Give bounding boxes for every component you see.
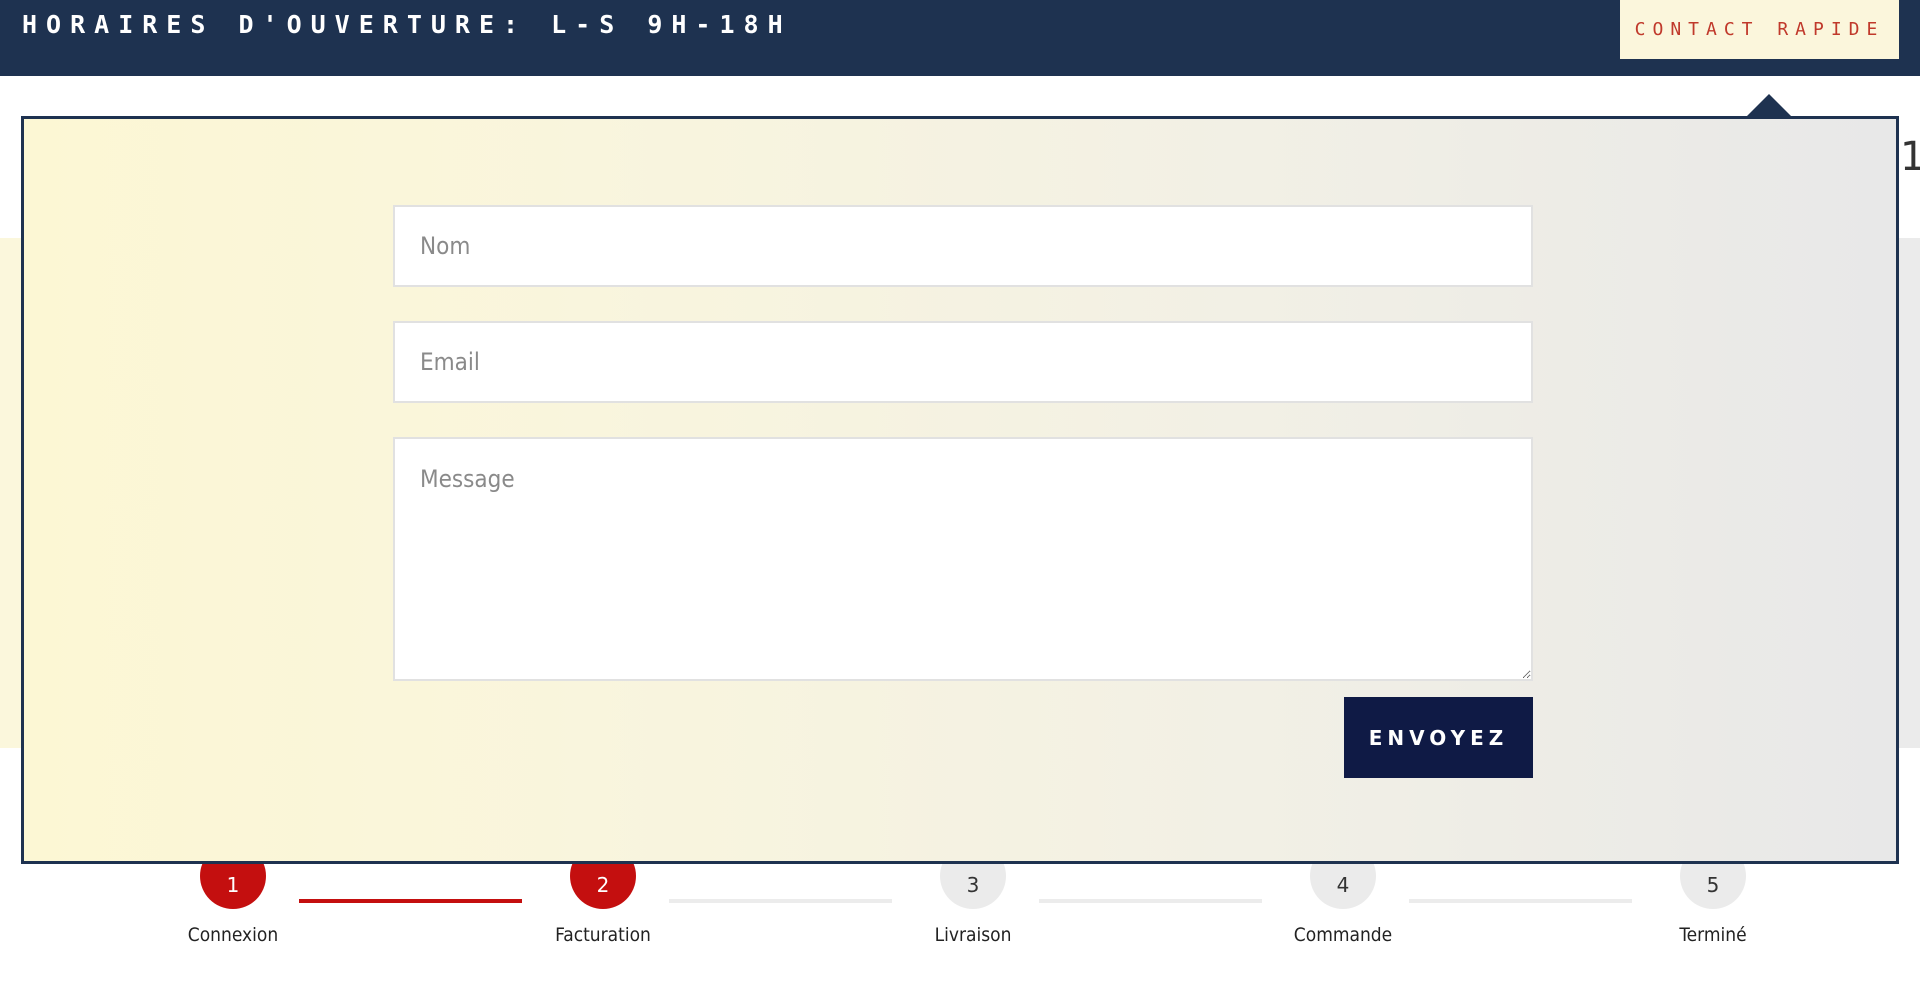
step-label-livraison: Livraison xyxy=(934,924,1012,946)
background-band-right xyxy=(1898,238,1920,748)
step-label-facturation: Facturation xyxy=(555,924,651,946)
top-bar: HORAIRES D'OUVERTURE: L-S 9H-18H CONTACT… xyxy=(0,0,1920,76)
step-connector-2-3 xyxy=(669,899,892,903)
step-connector-4-5 xyxy=(1409,899,1632,903)
step-label-connexion: Connexion xyxy=(187,924,279,946)
email-input[interactable] xyxy=(393,321,1533,403)
step-connector-1-2 xyxy=(299,899,522,903)
step-label-termine: Terminé xyxy=(1679,924,1747,946)
send-button[interactable]: ENVOYEZ xyxy=(1344,697,1533,778)
background-partial-digit: 1 xyxy=(1900,134,1920,180)
quick-contact-popup: ENVOYEZ xyxy=(21,116,1899,864)
popup-pointer-arrow xyxy=(1745,94,1793,118)
name-input[interactable] xyxy=(393,205,1533,287)
step-label-commande: Commande xyxy=(1293,924,1393,946)
message-textarea[interactable] xyxy=(393,437,1533,681)
background-band-left xyxy=(0,238,22,748)
opening-hours-text: HORAIRES D'OUVERTURE: L-S 9H-18H xyxy=(22,10,792,39)
quick-contact-button[interactable]: CONTACT RAPIDE xyxy=(1620,0,1899,59)
step-connector-3-4 xyxy=(1039,899,1262,903)
